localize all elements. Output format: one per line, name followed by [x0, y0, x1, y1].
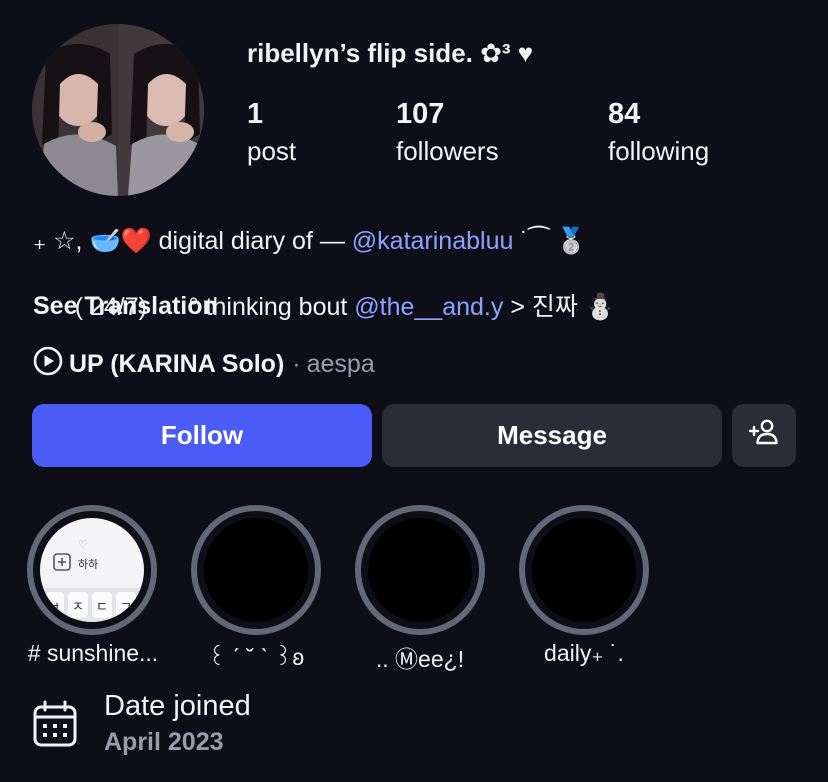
- avatar-photo: [32, 24, 204, 196]
- music-artist: aespa: [306, 350, 375, 378]
- date-joined-title: Date joined: [104, 690, 251, 722]
- thumb-korean-word: 하하: [78, 559, 99, 571]
- highlight-3-label: .. Ⓜee¿!: [375, 646, 465, 672]
- profile-music[interactable]: UP (KARINA Solo) · aespa: [33, 346, 375, 383]
- highlight-cover: [368, 518, 472, 622]
- highlight-ring: [355, 505, 485, 635]
- highlight-cover-keyboard: ♡ 하하 ㅂ ㅈ ㄷ ㄱ: [40, 518, 144, 622]
- bio-line-1: ₊ ☆, 🥣❤️ digital diary of — @katarinablu…: [33, 225, 616, 258]
- thumb-key-3: ㄷ: [96, 599, 108, 614]
- stat-posts-count: 1: [247, 98, 264, 130]
- stat-following-count: 84: [608, 98, 641, 130]
- profile-bio: ₊ ☆, 🥣❤️ digital diary of — @katarinablu…: [33, 225, 616, 357]
- suggest-people-button[interactable]: [732, 404, 796, 467]
- stat-following[interactable]: 84 following: [608, 98, 709, 168]
- highlight-4-label: daily₊ ˙.: [544, 640, 624, 666]
- thumb-heart: ♡: [78, 539, 88, 551]
- bio-mention-katarinabluu[interactable]: @katarinabluu: [352, 227, 514, 255]
- date-joined-value: April 2023: [104, 728, 224, 756]
- stat-posts-label: post: [247, 136, 297, 166]
- stat-followers[interactable]: 107 followers: [396, 98, 499, 168]
- highlight-2[interactable]: [191, 505, 321, 635]
- highlight-ring: ♡ 하하 ㅂ ㅈ ㄷ ㄱ: [27, 505, 157, 635]
- highlight-1-label: # sunshine...: [27, 640, 159, 666]
- stat-followers-label: followers: [396, 136, 499, 166]
- highlight-2-label: ꒰ ˊ ˘ ˋ ꒱ʚ: [207, 644, 305, 670]
- thumb-key-2: ㅈ: [72, 599, 84, 614]
- bio-mention-the-and-y[interactable]: @the__and.y: [354, 293, 503, 321]
- music-separator: ·: [292, 350, 301, 378]
- highlight-ring: [191, 505, 321, 635]
- bio-line-1-text: ₊ ☆, 🥣❤️ digital diary of —: [33, 227, 352, 255]
- add-person-icon: [748, 418, 780, 453]
- highlight-4[interactable]: [519, 505, 649, 635]
- calendar-icon: [32, 700, 78, 753]
- see-translation-link[interactable]: See Translation: [33, 292, 218, 321]
- highlight-cover: [204, 518, 308, 622]
- play-circle-icon: [33, 346, 63, 383]
- stat-posts[interactable]: 1 post: [247, 98, 296, 168]
- highlight-cover: [532, 518, 636, 622]
- follow-button[interactable]: Follow: [32, 404, 372, 467]
- thumb-key-4: ㄱ: [120, 599, 132, 614]
- profile-avatar[interactable]: [32, 24, 204, 196]
- bio-line-2-suffix: > 진짜 ⛄: [503, 293, 616, 321]
- stat-followers-count: 107: [396, 98, 445, 130]
- thumb-key-1: ㅂ: [48, 599, 60, 614]
- highlight-ring: [519, 505, 649, 635]
- stat-following-label: following: [608, 136, 710, 166]
- highlight-3[interactable]: [355, 505, 485, 635]
- music-song-title: UP (KARINA Solo): [69, 350, 285, 378]
- profile-username: ribellyn’s flip side. ✿³ ♥: [247, 38, 534, 68]
- highlight-1[interactable]: ♡ 하하 ㅂ ㅈ ㄷ ㄱ: [27, 505, 157, 635]
- bio-line-1-suffix: ˙⁀ 🥈: [513, 227, 587, 255]
- message-button[interactable]: Message: [382, 404, 722, 467]
